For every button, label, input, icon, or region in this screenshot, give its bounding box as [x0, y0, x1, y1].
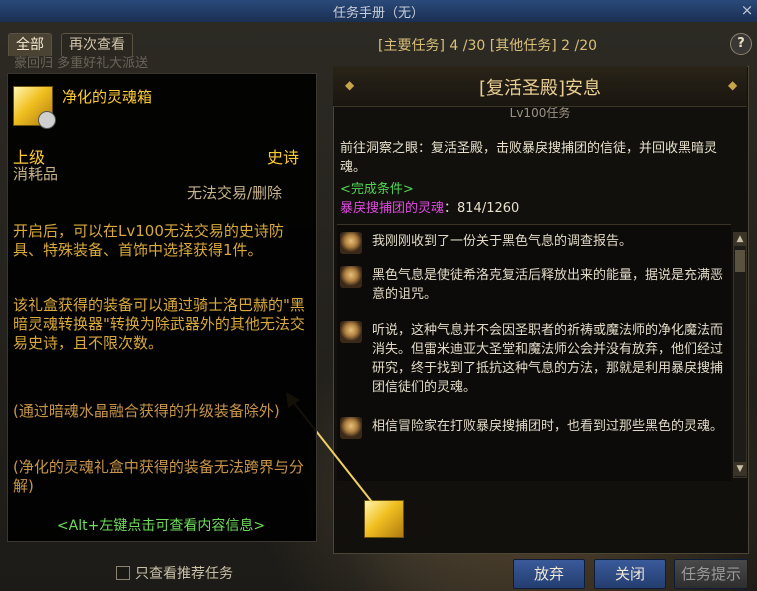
dialog-text: 我刚刚收到了一份关于黑色气息的调查报告。	[372, 234, 633, 249]
alt-click-hint: <Alt+左键点击可查看内容信息>	[56, 518, 266, 534]
close-button[interactable]: 关闭	[594, 559, 666, 589]
item-description: 开启后，可以在Lv100无法交易的史诗防具、特殊装备、首饰中选择获得1件。	[13, 222, 284, 259]
dialog-text: 听说，这种气息并不会因圣职者的祈祷或魔法师的净化魔法而消失。但雷米迪亚大圣堂和魔…	[372, 323, 724, 395]
tab-all[interactable]: 全部	[8, 33, 52, 56]
tab-recheck[interactable]: 再次查看	[61, 33, 133, 56]
item-rarity: 史诗	[267, 148, 300, 167]
dialog-item: 相信冒险家在打败暴戾搜捕团时，也看到过那些黑色的灵魂。	[340, 417, 735, 457]
quest-counts: [主要任务] 4 /30 [其他任务] 2 /20	[378, 35, 597, 55]
quest-hint-button[interactable]: 任务提示	[674, 559, 748, 589]
gear-icon	[38, 111, 56, 129]
dialog-item: 听说，这种气息并不会因圣职者的祈祷或魔法师的净化魔法而消失。但雷米迪亚大圣堂和魔…	[340, 321, 735, 401]
npc-portrait-icon	[340, 266, 362, 288]
dialog-text: 相信冒险家在打败暴戾搜捕团时，也看到过那些黑色的灵魂。	[372, 419, 724, 434]
main-quest-label: [主要任务]	[378, 38, 445, 54]
npc-portrait-icon	[340, 232, 362, 254]
item-note: (净化的灵魂礼盒中获得的装备无法跨界与分解)	[13, 458, 304, 495]
close-icon[interactable]: ×	[737, 0, 757, 20]
soul-box-icon	[13, 86, 56, 129]
item-note: (通过暗魂水晶融合获得的升级装备除外)	[13, 402, 280, 420]
completion-condition-label: <完成条件>	[340, 182, 414, 197]
other-quest-count: 2 /20	[561, 38, 598, 54]
quest-description: 前往洞察之眼：复活圣殿，击败暴戾搜捕团的信徒，并回收黑暗灵魂。	[340, 141, 718, 175]
target-name: 暴戾搜捕团的灵魂	[340, 201, 445, 216]
help-icon[interactable]: ?	[730, 33, 752, 55]
quest-title: [复活圣殿]安息	[478, 78, 602, 99]
recommend-checkbox[interactable]	[116, 566, 130, 580]
other-quest-label: [其他任务]	[489, 38, 557, 54]
target-progress: ：814/1260	[444, 201, 520, 216]
recommend-label[interactable]: 只查看推荐任务	[135, 563, 233, 583]
scroll-up-icon[interactable]: ▲	[733, 232, 747, 246]
dialog-item: 我刚刚收到了一份关于黑色气息的调查报告。	[340, 232, 735, 254]
abandon-button[interactable]: 放弃	[513, 559, 585, 589]
item-trade-status: 无法交易/删除	[187, 184, 283, 202]
item-description: 该礼盒获得的装备可以通过骑士洛巴赫的"黑暗灵魂转换器"转换为除武器外的其他无法交…	[13, 296, 305, 352]
item-name: 净化的灵魂箱	[62, 88, 153, 106]
quest-level: Lv100任务	[509, 106, 571, 120]
window-title: 任务手册（无）	[332, 6, 424, 21]
dialog-text: 黑色气息是使徒希洛克复活后释放出来的能量，据说是充满恶意的诅咒。	[372, 268, 724, 302]
dialog-item: 黑色气息是使徒希洛克复活后释放出来的能量，据说是充满恶意的诅咒。	[340, 266, 735, 306]
main-quest-count: 4 /30	[449, 38, 486, 54]
item-type: 消耗品	[13, 165, 59, 183]
scroll-down-icon[interactable]: ▼	[733, 462, 747, 476]
scroll-thumb[interactable]	[735, 250, 745, 272]
npc-portrait-icon	[340, 321, 362, 343]
completion-target: 暴戾搜捕团的灵魂：814/1260	[340, 197, 519, 216]
